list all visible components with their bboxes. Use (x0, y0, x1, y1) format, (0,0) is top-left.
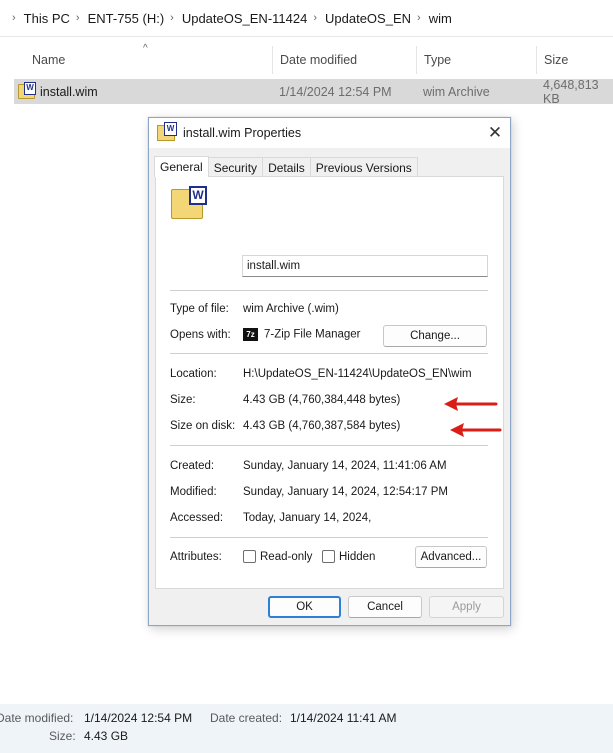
divider (170, 537, 488, 538)
chevron-right-icon[interactable]: › (12, 12, 16, 24)
dialog-titlebar[interactable]: install.wim Properties ✕ (149, 118, 510, 148)
file-name: install.wim (40, 84, 98, 99)
wim-file-icon (18, 82, 36, 99)
close-icon: ✕ (487, 123, 503, 142)
dialog-title: install.wim Properties (183, 126, 302, 140)
cancel-button[interactable]: Cancel (348, 596, 422, 618)
ok-button[interactable]: OK (268, 596, 341, 618)
column-size[interactable]: Size (536, 46, 613, 74)
change-button[interactable]: Change... (383, 325, 487, 347)
opens-with-app: 7-Zip File Manager (264, 328, 361, 341)
breadcrumb-folder-1[interactable]: UpdateOS_EN-11424 (182, 11, 308, 26)
red-arrow-icon (444, 397, 498, 411)
modified-value: Sunday, January 14, 2024, 12:54:17 PM (243, 486, 449, 498)
column-type[interactable]: Type (416, 46, 536, 74)
readonly-label: Read-only (260, 550, 313, 563)
checkbox-box[interactable] (322, 550, 335, 563)
address-breadcrumb: › This PC › ENT-755 (H:) › UpdateOS_EN-1… (0, 0, 613, 37)
red-arrow-icon (450, 423, 502, 437)
checkbox-box[interactable] (243, 550, 256, 563)
column-name[interactable]: Name (24, 46, 272, 74)
location-label: Location: (170, 368, 217, 380)
chevron-right-icon[interactable]: › (313, 12, 317, 24)
chevron-right-icon[interactable]: › (170, 12, 174, 24)
divider (170, 290, 488, 291)
tab-strip: General Security Details Previous Versio… (154, 156, 418, 177)
tab-general[interactable]: General (154, 156, 209, 177)
close-button[interactable]: ✕ (480, 118, 510, 148)
details-size-label: Size: (49, 729, 76, 743)
column-date-modified[interactable]: Date modified (272, 46, 416, 74)
details-size-value: 4.43 GB (84, 729, 129, 743)
column-headers: ^ Name Date modified Type Size (0, 43, 613, 74)
hidden-label: Hidden (339, 550, 376, 563)
apply-button[interactable]: Apply (429, 596, 504, 618)
size-value: 4.43 GB (4,760,384,448 bytes) (243, 394, 401, 406)
file-date-modified: 1/14/2024 12:54 PM (279, 84, 392, 99)
file-size: 4,648,813 KB (543, 77, 599, 106)
7zip-icon: 7z (243, 328, 258, 341)
wim-badge-icon: W (189, 186, 207, 205)
divider (170, 445, 488, 446)
tab-security[interactable]: Security (207, 157, 264, 177)
chevron-right-icon[interactable]: › (417, 12, 421, 24)
breadcrumb-folder-2[interactable]: UpdateOS_EN (325, 11, 411, 26)
divider (170, 353, 488, 354)
created-value: Sunday, January 14, 2024, 11:41:06 AM (243, 460, 447, 472)
hidden-checkbox[interactable]: Hidden (322, 550, 375, 563)
file-row[interactable]: install.wim 1/14/2024 12:54 PM wim Archi… (14, 77, 613, 106)
type-of-file-label: Type of file: (170, 303, 229, 315)
chevron-right-icon[interactable]: › (76, 12, 80, 24)
attributes-label: Attributes: (170, 551, 222, 563)
type-of-file-value: wim Archive (.wim) (243, 303, 339, 315)
wim-file-large-icon: W (171, 186, 207, 219)
details-date-modified-label: Date modified: (0, 711, 74, 725)
opens-with-value: 7z 7-Zip File Manager (243, 328, 361, 341)
size-on-disk-value: 4.43 GB (4,760,387,584 bytes) (243, 420, 401, 432)
file-name-cell[interactable]: install.wim (18, 79, 98, 104)
filename-value: install.wim (247, 260, 301, 272)
filename-input[interactable]: install.wim (242, 255, 488, 277)
details-pane: Date modified: 1/14/2024 12:54 PM Date c… (0, 704, 613, 753)
details-date-modified-value: 1/14/2024 12:54 PM (84, 711, 193, 725)
advanced-button[interactable]: Advanced... (415, 546, 487, 568)
accessed-label: Accessed: (170, 512, 224, 524)
size-on-disk-label: Size on disk: (170, 420, 236, 432)
wim-file-icon (157, 122, 177, 141)
tab-previous-versions[interactable]: Previous Versions (309, 157, 418, 177)
location-value: H:\UpdateOS_EN-11424\UpdateOS_EN\wim (243, 368, 472, 380)
opens-with-label: Opens with: (170, 329, 231, 341)
tab-details[interactable]: Details (262, 157, 311, 177)
modified-label: Modified: (170, 486, 217, 498)
created-label: Created: (170, 460, 215, 472)
size-label: Size: (170, 394, 196, 406)
general-panel: W install.wim Type of file: wim Archive … (155, 176, 504, 589)
details-date-created-value: 1/14/2024 11:41 AM (290, 711, 397, 725)
breadcrumb-drive[interactable]: ENT-755 (H:) (88, 11, 165, 26)
accessed-value: Today, January 14, 2024, (243, 512, 372, 524)
details-date-created-label: Date created: (210, 711, 283, 725)
properties-dialog: install.wim Properties ✕ General Securit… (148, 117, 511, 626)
breadcrumb-folder-3[interactable]: wim (429, 11, 452, 26)
readonly-checkbox[interactable]: Read-only (243, 550, 312, 563)
breadcrumb-this-pc[interactable]: This PC (24, 11, 70, 26)
file-type: wim Archive (423, 84, 490, 99)
